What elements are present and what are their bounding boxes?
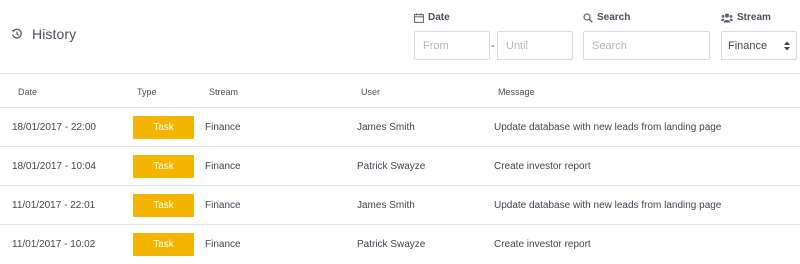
row-user: James Smith	[357, 200, 415, 211]
column-header-date[interactable]: Date	[18, 87, 37, 97]
date-separator: -	[491, 40, 495, 52]
date-from-input[interactable]	[414, 31, 490, 60]
date-filter-label: Date	[414, 12, 450, 23]
row-stream: Finance	[205, 122, 241, 133]
table-row[interactable]: 11/01/2017 - 10:02 Task Finance Patrick …	[0, 225, 800, 264]
row-date: 11/01/2017 - 22:01	[12, 200, 96, 211]
history-icon	[11, 28, 23, 40]
calendar-icon	[414, 12, 424, 23]
row-date: 11/01/2017 - 10:02	[12, 239, 96, 250]
row-message: Update database with new leads from land…	[494, 122, 722, 133]
row-stream: Finance	[205, 239, 241, 250]
stream-label-text: Stream	[737, 12, 771, 23]
table-header: Date Type Stream User Message	[0, 74, 800, 108]
title-group: History	[11, 26, 76, 42]
table-row[interactable]: 18/01/2017 - 22:00 Task Finance James Sm…	[0, 108, 800, 147]
row-stream: Finance	[205, 200, 241, 211]
stream-select-value: Finance	[728, 39, 768, 52]
row-stream: Finance	[205, 161, 241, 172]
column-header-message[interactable]: Message	[498, 87, 535, 97]
row-date: 18/01/2017 - 10:04	[12, 161, 96, 172]
type-badge: Task	[133, 194, 194, 217]
search-input[interactable]	[583, 31, 710, 60]
type-badge: Task	[133, 116, 194, 139]
type-badge: Task	[133, 233, 194, 256]
row-date: 18/01/2017 - 22:00	[12, 122, 96, 133]
history-table: Date Type Stream User Message 18/01/2017…	[0, 74, 800, 264]
date-until-input[interactable]	[497, 31, 573, 60]
date-label-text: Date	[428, 12, 450, 23]
row-user: Patrick Swayze	[357, 161, 426, 172]
type-badge: Task	[133, 155, 194, 178]
row-message: Create investor report	[494, 161, 591, 172]
row-message: Create investor report	[494, 239, 591, 250]
search-filter-label: Search	[583, 12, 630, 23]
row-message: Update database with new leads from land…	[494, 200, 722, 211]
stream-select[interactable]: Finance	[721, 31, 797, 60]
search-icon	[583, 12, 593, 23]
table-row[interactable]: 18/01/2017 - 10:04 Task Finance Patrick …	[0, 147, 800, 186]
page-title: History	[32, 26, 77, 42]
select-caret-icon	[784, 41, 790, 51]
table-row[interactable]: 11/01/2017 - 22:01 Task Finance James Sm…	[0, 186, 800, 225]
page-header: History Date - Search	[0, 0, 800, 74]
column-header-stream[interactable]: Stream	[209, 87, 238, 97]
search-label-text: Search	[597, 12, 631, 23]
row-user: Patrick Swayze	[357, 239, 426, 250]
users-icon	[721, 13, 733, 23]
stream-filter-label: Stream	[721, 12, 771, 23]
column-header-user[interactable]: User	[361, 87, 380, 97]
column-header-type[interactable]: Type	[137, 87, 157, 97]
row-user: James Smith	[357, 122, 415, 133]
